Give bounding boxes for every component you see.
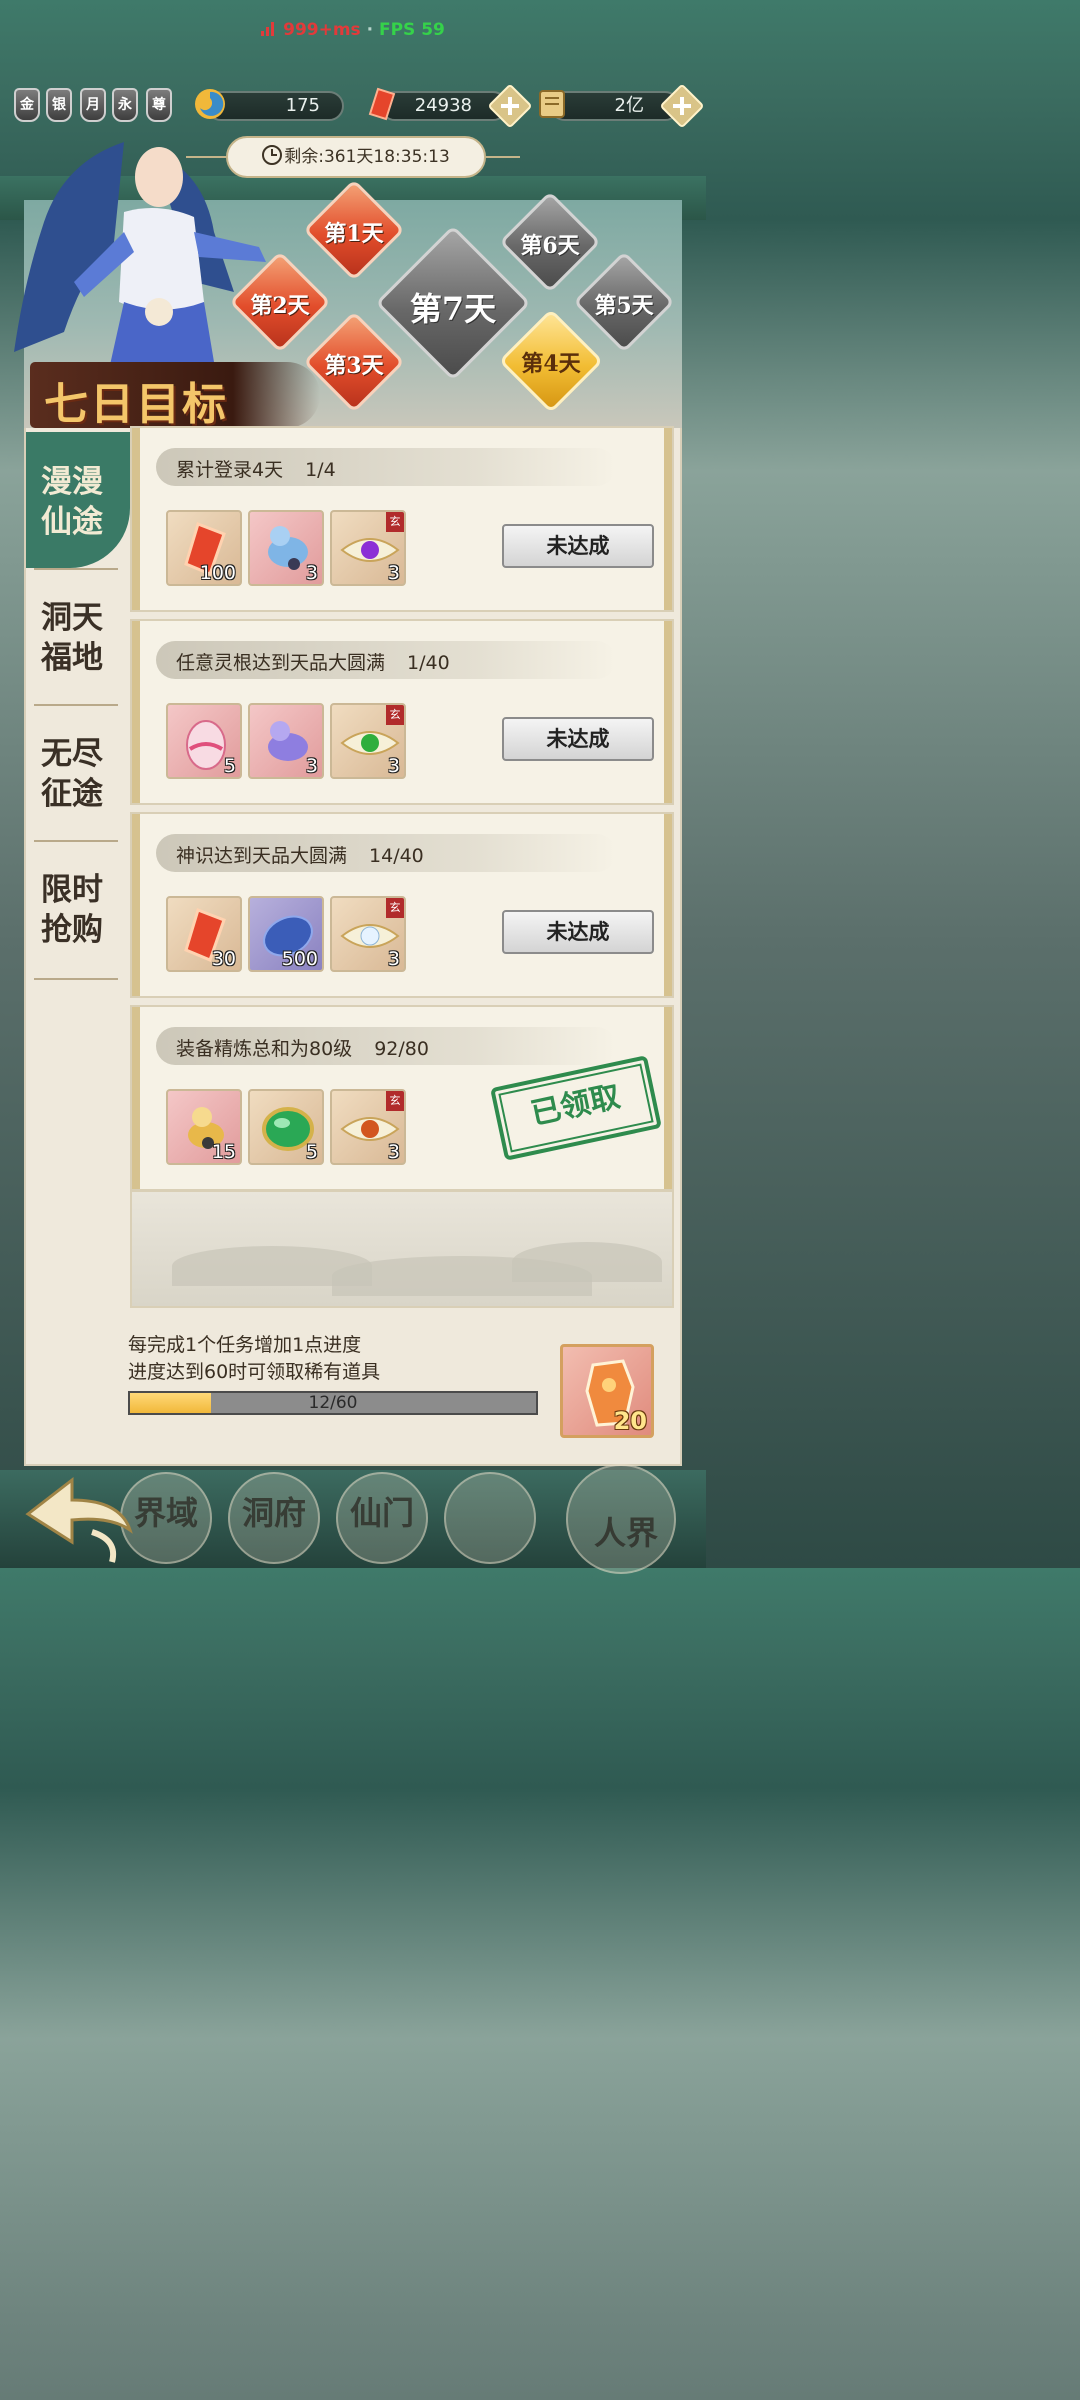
reward-item[interactable]: 500 <box>248 896 324 972</box>
task-card: 任意灵根达到天品大圆满 1/40 5 3 玄 3 未达成 <box>130 619 674 805</box>
rank-badge-icon[interactable]: 永 <box>112 88 138 122</box>
progress-text: 12/60 <box>308 1393 358 1413</box>
top-resource-bar: 金 银 月 永 尊 175 24938 2亿 <box>0 82 706 132</box>
day-7-label: 第7天 <box>409 290 497 328</box>
day-5-label: 第5天 <box>594 293 654 319</box>
task-description: 累计登录4天 1/4 <box>176 459 336 481</box>
tab-dongtian-fudi[interactable]: 洞天福地 <box>26 570 130 706</box>
tab-wujin-zhengtu[interactable]: 无尽征途 <box>26 706 130 842</box>
red-crystal-icon <box>368 87 396 121</box>
reward-item[interactable]: 玄 3 <box>330 703 406 779</box>
task-progress: 1/4 <box>305 459 336 481</box>
task-description: 神识达到天品大圆满 14/40 <box>176 845 424 867</box>
event-title: 七日目标 <box>44 379 228 430</box>
rank-badge-icon[interactable]: 金 <box>14 88 40 122</box>
tab-manman-xiantu[interactable]: 漫漫仙途 <box>26 432 130 568</box>
tab-label: 无尽征途 <box>41 736 103 812</box>
progress-hint-1: 每完成1个任务增加1点进度 <box>128 1334 362 1356</box>
nav-empty-slot[interactable] <box>444 1472 536 1564</box>
scroll-ticket-icon <box>539 90 565 118</box>
day-1-label: 第1天 <box>324 221 384 247</box>
task-description: 任意灵根达到天品大圆满 1/40 <box>176 652 450 674</box>
claim-status-button[interactable]: 未达成 <box>502 910 654 954</box>
rare-reward-item[interactable]: 20 <box>560 1344 654 1438</box>
task-progress: 1/40 <box>407 652 450 674</box>
tab-label: 限时抢购 <box>41 872 103 948</box>
reward-item[interactable]: 5 <box>166 703 242 779</box>
tab-label: 漫漫仙途 <box>41 464 103 540</box>
day-2-label: 第2天 <box>250 293 310 319</box>
back-arrow-button[interactable] <box>0 1470 150 1568</box>
nav-label: 仙门 <box>350 1494 415 1532</box>
reward-item[interactable]: 玄 3 <box>330 896 406 972</box>
nav-label: 洞府 <box>242 1494 307 1532</box>
reward-item[interactable]: 3 <box>248 510 324 586</box>
overall-progress-bar: 12/60 <box>128 1391 538 1415</box>
rank-badge-icon[interactable]: 银 <box>46 88 72 122</box>
timer-text: 剩余:361天18:35:13 <box>284 147 450 167</box>
claim-status-button[interactable]: 未达成 <box>502 524 654 568</box>
reward-item[interactable]: 玄 3 <box>330 510 406 586</box>
reward-item[interactable]: 3 <box>248 703 324 779</box>
spirit-swirl-icon <box>195 89 225 119</box>
claim-status-button[interactable]: 未达成 <box>502 717 654 761</box>
task-progress: 14/40 <box>369 845 424 867</box>
task-card: 神识达到天品大圆满 14/40 30 500 玄 3 未达成 <box>130 812 674 998</box>
reward-item[interactable]: 100 <box>166 510 242 586</box>
reward-item[interactable]: 15 <box>166 1089 242 1165</box>
progress-hint-2: 进度达到60时可领取稀有道具 <box>128 1361 381 1383</box>
day-4-label: 第4天 <box>521 351 581 377</box>
tab-label: 洞天福地 <box>41 600 103 676</box>
task-description: 装备精炼总和为80级 92/80 <box>176 1038 429 1060</box>
network-status: 999+ms · FPS 59 <box>0 20 706 40</box>
nav-label: 人界 <box>594 1514 659 1552</box>
reward-item[interactable]: 30 <box>166 896 242 972</box>
landscape-decoration <box>130 1190 674 1308</box>
fps-text: FPS 59 <box>378 20 445 40</box>
day-3-label: 第3天 <box>324 353 384 379</box>
rank-badge-icon[interactable]: 尊 <box>146 88 172 122</box>
claimed-stamp: 已领取 <box>490 1055 662 1161</box>
task-card: 累计登录4天 1/4 100 3 玄 3 未达成 <box>130 426 674 612</box>
day-6-label: 第6天 <box>520 233 580 259</box>
task-card: 装备精炼总和为80级 92/80 15 5 玄 3 已领取 <box>130 1005 674 1191</box>
reward-item[interactable]: 玄 3 <box>330 1089 406 1165</box>
signal-icon <box>261 22 279 36</box>
task-progress: 92/80 <box>374 1038 429 1060</box>
rank-badge-icon[interactable]: 月 <box>80 88 106 122</box>
ping-text: 999+ms <box>283 20 361 40</box>
reward-item[interactable]: 5 <box>248 1089 324 1165</box>
tab-xianshi-qianggou[interactable]: 限时抢购 <box>26 842 130 978</box>
